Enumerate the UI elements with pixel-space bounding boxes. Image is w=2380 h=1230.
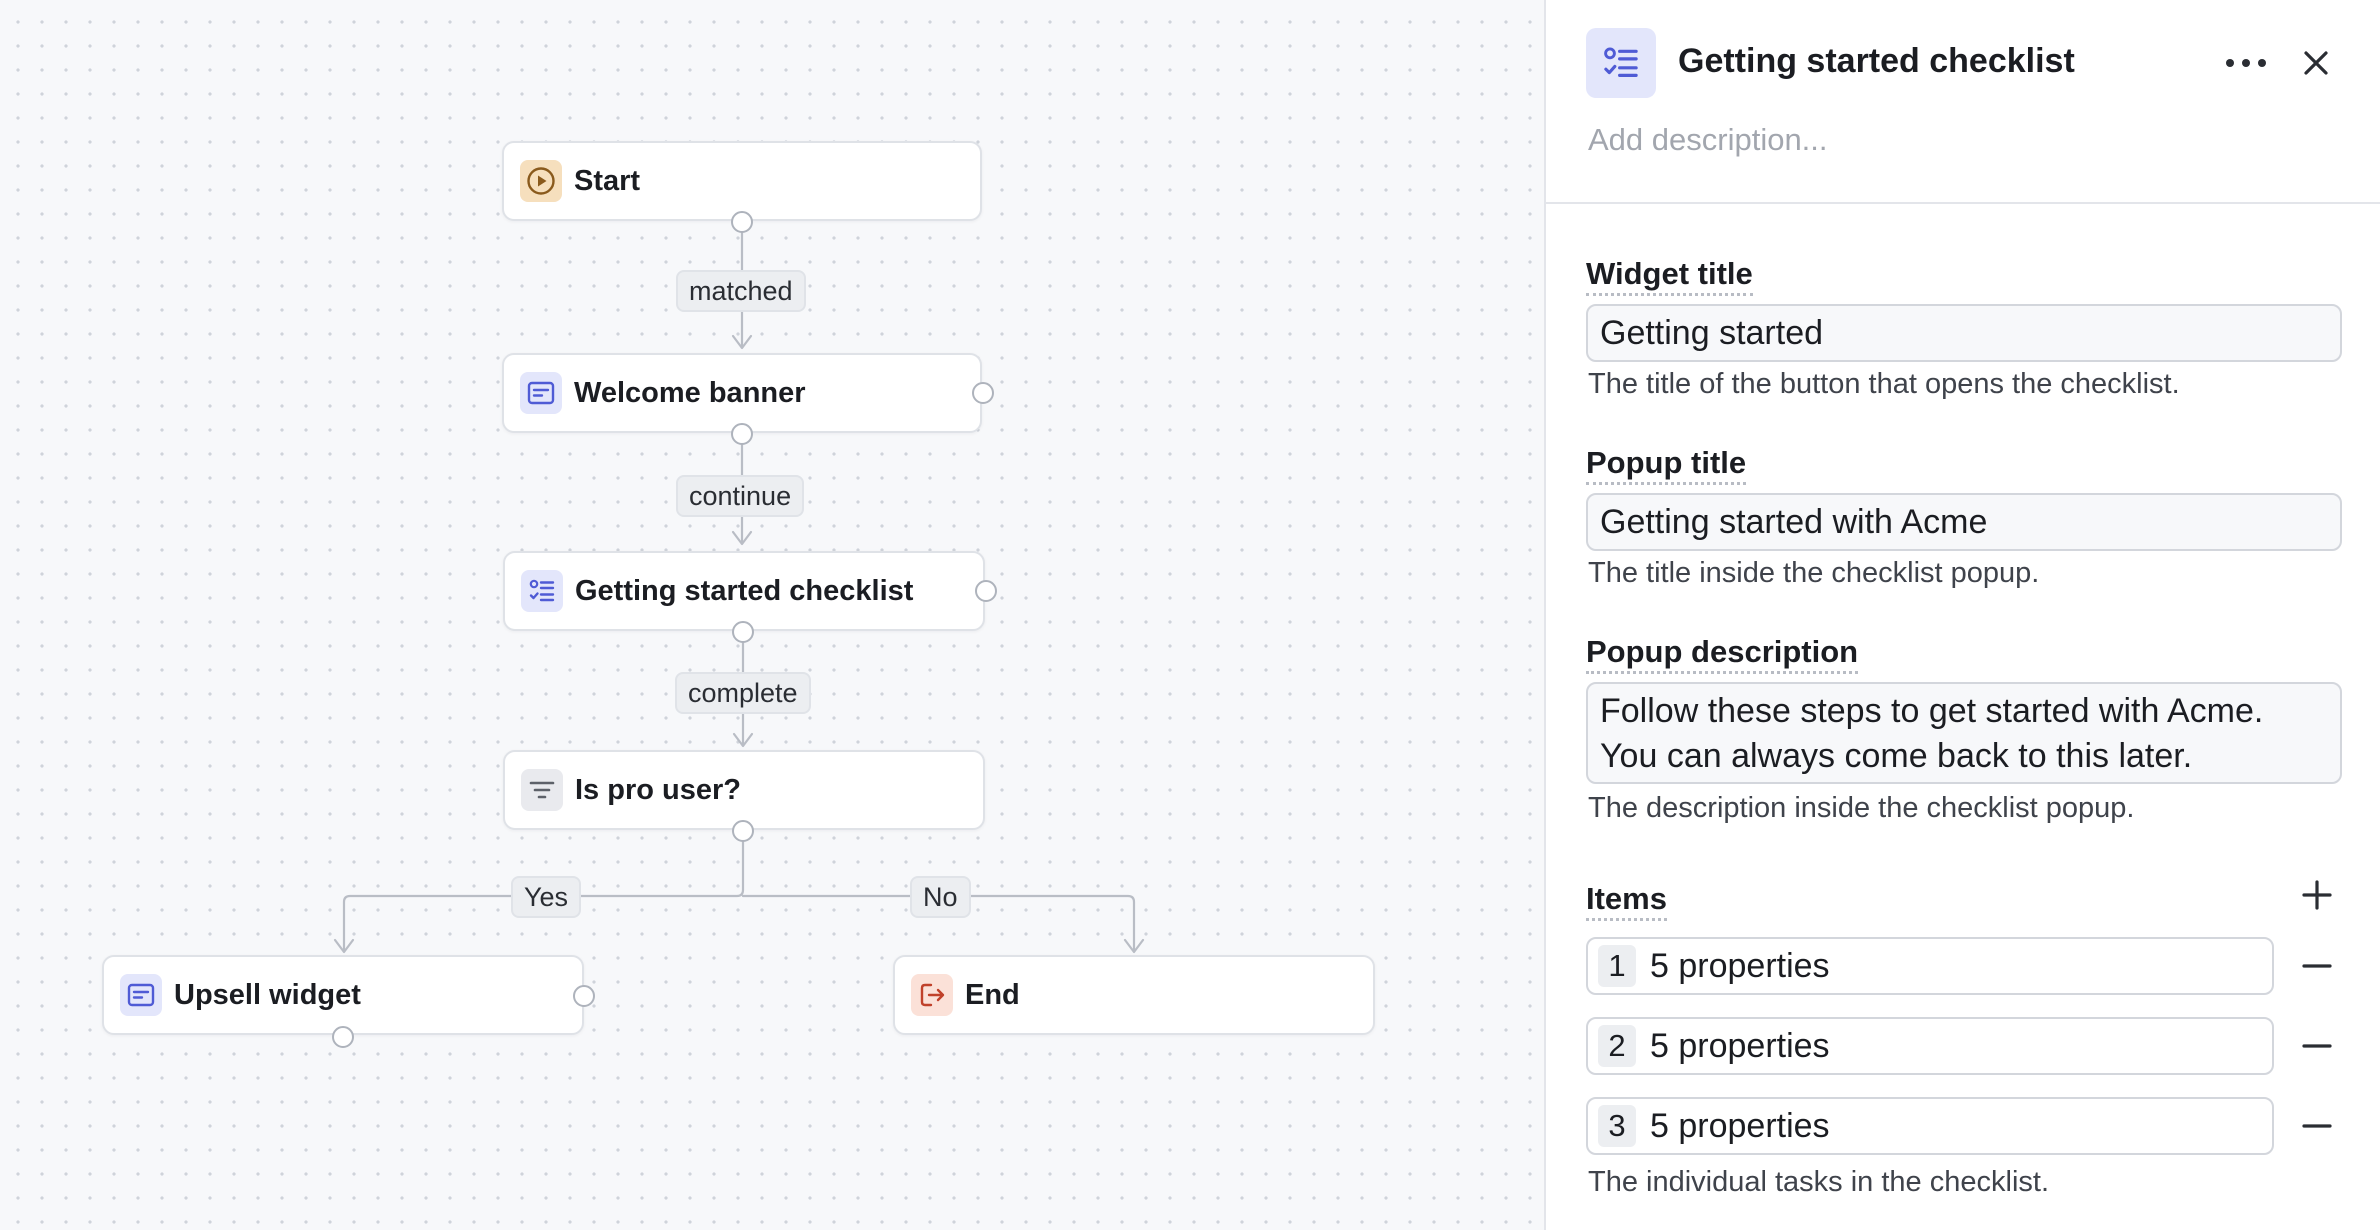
- popup-description-textarea[interactable]: Follow these steps to get started with A…: [1586, 682, 2342, 784]
- item-text: 5 properties: [1650, 1026, 1830, 1065]
- minus-icon: [2302, 1124, 2332, 1128]
- flow-canvas[interactable]: Start matched Welcome banner continue Ge…: [0, 0, 1544, 1230]
- banner-icon: [120, 974, 162, 1016]
- remove-item-button[interactable]: [2292, 1101, 2342, 1151]
- checklist-item[interactable]: 2 5 properties: [1586, 1017, 2274, 1075]
- close-icon: [2304, 51, 2328, 75]
- remove-item-button[interactable]: [2292, 1021, 2342, 1071]
- panel-title: Getting started checklist: [1678, 42, 2075, 80]
- item-text: 5 properties: [1650, 946, 1830, 985]
- panel-header: Getting started checklist Add descriptio…: [1546, 0, 2380, 204]
- popup-title-help: The title inside the checklist popup.: [1588, 557, 2040, 589]
- item-number: 1: [1598, 945, 1636, 987]
- widget-title-label: Widget title: [1586, 256, 1753, 296]
- checklist-item[interactable]: 3 5 properties: [1586, 1097, 2274, 1155]
- edge-label-no[interactable]: No: [910, 876, 971, 918]
- popup-title-input[interactable]: Getting started with Acme: [1586, 493, 2342, 551]
- widget-title-input[interactable]: Getting started: [1586, 304, 2342, 362]
- banner-icon: [520, 372, 562, 414]
- item-text: 5 properties: [1650, 1106, 1830, 1145]
- node-welcome-banner[interactable]: Welcome banner: [502, 353, 982, 433]
- remove-item-button[interactable]: [2292, 941, 2342, 991]
- filter-icon: [521, 769, 563, 811]
- node-welcome-banner-label: Welcome banner: [574, 376, 806, 409]
- checklist-item[interactable]: 1 5 properties: [1586, 937, 2274, 995]
- more-options-button[interactable]: [2216, 38, 2276, 88]
- node-end-label: End: [965, 978, 1020, 1011]
- widget-title-help: The title of the button that opens the c…: [1588, 368, 2180, 400]
- node-checklist-label: Getting started checklist: [575, 574, 914, 607]
- items-help: The individual tasks in the checklist.: [1588, 1166, 2049, 1198]
- checklist-icon: [1586, 28, 1656, 98]
- minus-icon: [2302, 1044, 2332, 1048]
- port-welcome-out[interactable]: [731, 423, 753, 445]
- node-is-pro-user-label: Is pro user?: [575, 773, 741, 806]
- edge-label-yes[interactable]: Yes: [511, 876, 582, 918]
- edge-label-continue[interactable]: continue: [676, 475, 805, 517]
- port-start-out[interactable]: [731, 211, 753, 233]
- node-is-pro-user[interactable]: Is pro user?: [503, 750, 985, 830]
- port-welcome-side[interactable]: [972, 382, 994, 404]
- node-upsell-widget[interactable]: Upsell widget: [102, 955, 584, 1035]
- minus-icon: [2302, 964, 2332, 968]
- edge-label-complete[interactable]: complete: [675, 672, 811, 714]
- play-circle-icon: [520, 160, 562, 202]
- item-number: 3: [1598, 1105, 1636, 1147]
- node-settings-panel: Getting started checklist Add descriptio…: [1544, 0, 2380, 1230]
- popup-description-help: The description inside the checklist pop…: [1588, 792, 2135, 824]
- items-label: Items: [1586, 881, 1667, 921]
- more-horizontal-icon: [2226, 59, 2266, 67]
- port-upsell-side[interactable]: [573, 985, 595, 1007]
- port-upsell-out[interactable]: [332, 1026, 354, 1048]
- popup-description-line-2: You can always come back to this later.: [1600, 737, 2193, 775]
- exit-icon: [911, 974, 953, 1016]
- node-getting-started-checklist[interactable]: Getting started checklist: [503, 551, 985, 631]
- node-start-label: Start: [574, 164, 641, 197]
- port-checklist-out[interactable]: [732, 621, 754, 643]
- popup-title-label: Popup title: [1586, 445, 1747, 485]
- node-start[interactable]: Start: [502, 141, 982, 221]
- description-input[interactable]: Add description...: [1588, 122, 1828, 158]
- popup-description-label: Popup description: [1586, 634, 1859, 674]
- item-number: 2: [1598, 1025, 1636, 1067]
- popup-description-line-1: Follow these steps to get started with A…: [1600, 692, 2264, 730]
- checklist-icon: [521, 570, 563, 612]
- plus-icon: [2302, 880, 2332, 910]
- close-panel-button[interactable]: [2290, 38, 2342, 88]
- edge-label-matched[interactable]: matched: [676, 270, 806, 312]
- port-checklist-side[interactable]: [975, 580, 997, 602]
- add-item-button[interactable]: [2292, 870, 2342, 920]
- node-end[interactable]: End: [893, 955, 1375, 1035]
- port-pro-out[interactable]: [732, 820, 754, 842]
- node-upsell-widget-label: Upsell widget: [174, 978, 361, 1011]
